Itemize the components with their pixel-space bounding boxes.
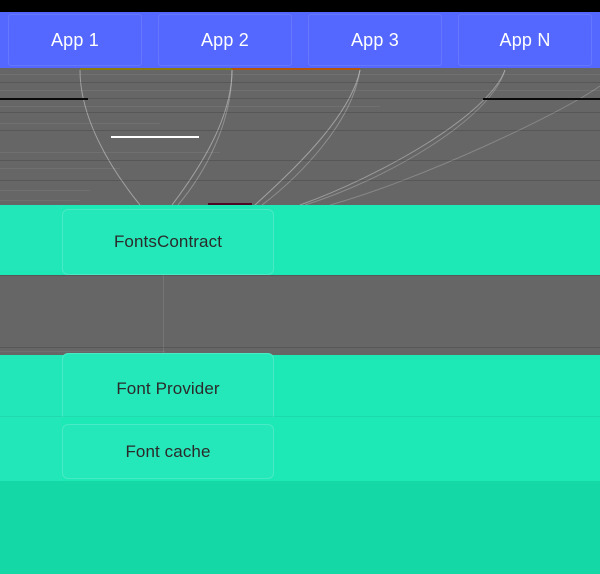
app-card-1[interactable]: App 1 — [0, 12, 150, 68]
scanline-artifact — [0, 351, 165, 352]
scanline-artifact — [0, 130, 600, 131]
app-card-3[interactable]: App 3 — [300, 12, 450, 68]
font-cache-label: Font cache — [125, 441, 211, 461]
artifact-rule-orange — [232, 68, 360, 70]
app-card-2[interactable]: App 2 — [150, 12, 300, 68]
scanline-artifact — [0, 200, 80, 201]
scanline-artifact — [0, 106, 380, 107]
artifact-rule-black-left — [0, 98, 88, 100]
scanline-artifact — [0, 123, 160, 124]
separator-vertical-line — [163, 275, 164, 355]
scanline-artifact — [0, 112, 600, 113]
font-cache-box[interactable]: Font cache — [62, 424, 274, 479]
scanline-artifact — [0, 82, 600, 83]
app-card-label: App 3 — [350, 29, 400, 50]
app-row: App 1 App 2 App 3 App N — [0, 12, 600, 68]
fonts-contract-box[interactable]: FontsContract — [62, 209, 274, 275]
band-left-chip — [0, 355, 62, 417]
band-gray-separator — [0, 275, 600, 355]
artifact-rule-olive — [80, 68, 232, 70]
scanline-artifact — [0, 160, 600, 161]
fonts-contract-label: FontsContract — [113, 232, 223, 251]
app-card-label: App 2 — [200, 29, 250, 50]
band-fonts-contract[interactable]: FontsContract — [0, 205, 600, 275]
font-provider-box[interactable]: Font Provider — [62, 353, 274, 425]
artifact-rule-white — [111, 136, 199, 138]
artifact-rule-black-right — [483, 98, 600, 100]
scanline-artifact — [0, 190, 90, 191]
flow-arrows-svg — [79, 69, 600, 205]
font-provider-label: Font Provider — [116, 379, 220, 398]
scanline-artifact — [0, 74, 600, 75]
app-card-n[interactable]: App N — [450, 12, 600, 68]
band-left-chip — [0, 205, 62, 271]
band-font-cache[interactable]: Font cache — [0, 417, 600, 481]
scanline-artifact — [0, 152, 220, 153]
scanline-artifact — [0, 90, 600, 91]
diagram-canvas: App 1 App 2 App 3 App N FontsContract Fo… — [0, 0, 600, 574]
scanline-artifact — [0, 168, 120, 169]
band-font-provider[interactable]: Font Provider — [0, 353, 600, 425]
band-left-chip — [0, 417, 62, 481]
app-card-label: App N — [499, 29, 551, 50]
flow-line-appn-right — [329, 85, 600, 205]
app-card-label: App 1 — [50, 29, 100, 50]
converging-arrows-region — [0, 68, 600, 205]
top-black-strip — [0, 0, 600, 12]
scanline-artifact — [0, 180, 600, 181]
footer-block — [0, 481, 600, 574]
scanline-artifact — [0, 347, 600, 348]
scanline-artifact — [0, 275, 600, 276]
